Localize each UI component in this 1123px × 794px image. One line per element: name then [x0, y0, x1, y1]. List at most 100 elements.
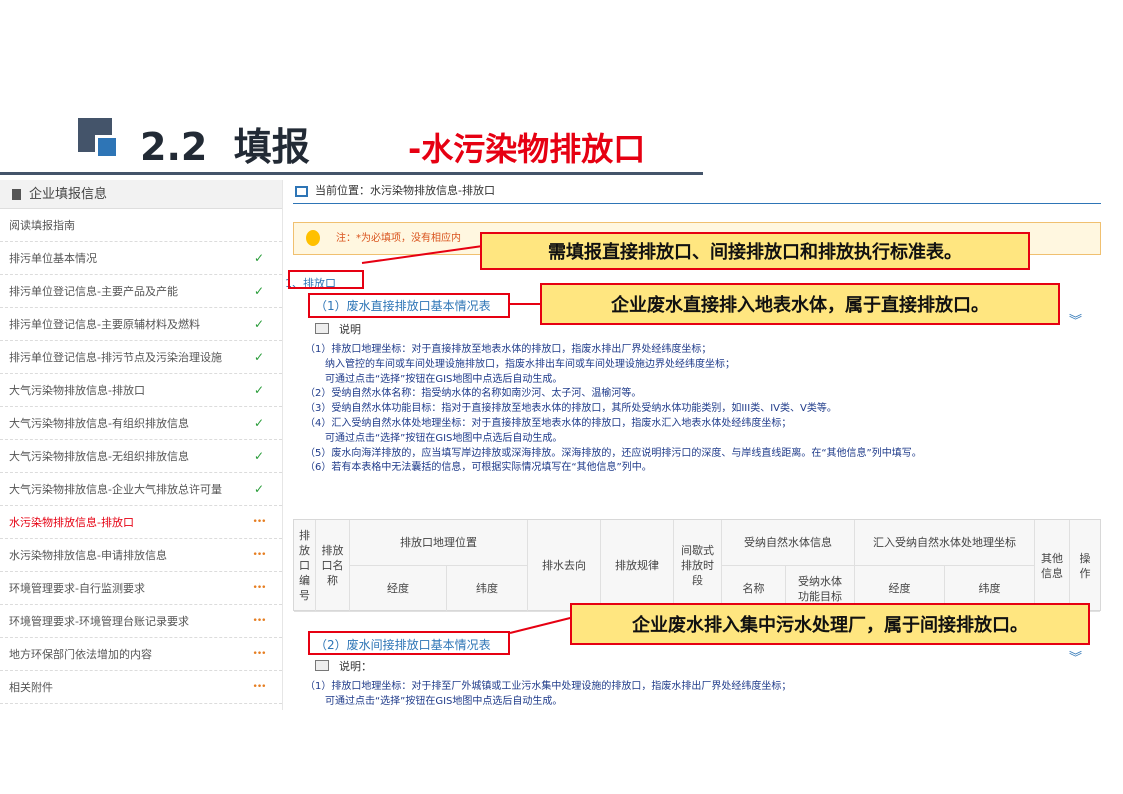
pending-icon: •••	[252, 682, 267, 692]
note-line: （4）汇入受纳自然水体处地理坐标：对于直接排放至地表水体的排放口，指废水汇入地表…	[305, 417, 792, 429]
pending-icon: •••	[252, 550, 267, 560]
sidebar-item-label: 相关附件	[9, 681, 53, 694]
sidebar-header-label: 企业填报信息	[29, 186, 108, 202]
check-icon: ✓	[253, 251, 265, 265]
th-receiving: 受纳自然水体信息	[722, 520, 855, 566]
direct-notes: （1）排放口地理坐标：对于直接排放至地表水体的排放口，指废水排出厂界处经纬度坐标…	[305, 343, 922, 476]
sidebar-item-label: 水污染物排放信息-排放口	[9, 516, 134, 529]
sidebar-item[interactable]: 大气污染物排放信息-无组织排放信息 ✓	[0, 440, 282, 473]
callout-outlet-types: 需填报直接排放口、间接排放口和排放执行标准表。	[480, 232, 1030, 270]
document-icon	[12, 188, 21, 200]
sidebar-item[interactable]: 阅读填报指南	[0, 209, 282, 242]
sidebar-item-label: 排污单位登记信息-排污节点及污染治理设施	[9, 351, 222, 364]
direct-note-label: 说明	[339, 323, 361, 336]
sidebar-item-label: 环境管理要求-环境管理台账记录要求	[9, 615, 189, 628]
th-ops: 操作	[1070, 520, 1100, 612]
sidebar-item[interactable]: 大气污染物排放信息-有组织排放信息 ✓	[0, 407, 282, 440]
expand-chevron-icon[interactable]: ︾	[1069, 315, 1082, 328]
sidebar-item[interactable]: 地方环保部门依法增加的内容 •••	[0, 638, 282, 671]
highlight-direct-title	[308, 293, 510, 318]
check-icon: ✓	[253, 383, 265, 397]
th-other: 其他信息	[1035, 520, 1070, 612]
sidebar-item[interactable]: 环境管理要求-环境管理台账记录要求 •••	[0, 605, 282, 638]
th-geo: 排放口地理位置	[350, 520, 528, 566]
check-icon: ✓	[253, 284, 265, 298]
th-intermittent: 间歇式排放时段	[674, 520, 722, 612]
breadcrumb: 当前位置：水污染物排放信息-排放口	[293, 180, 1101, 204]
check-icon: ✓	[253, 482, 265, 496]
sidebar-item-label: 水污染物排放信息-申请排放信息	[9, 549, 167, 562]
sidebar-item[interactable]: 环境管理要求-自行监测要求 •••	[0, 572, 282, 605]
note-line: 可通过点击“选择”按钮在GIS地图中点选后自动生成。	[305, 432, 563, 444]
sidebar-item[interactable]: 水污染物排放信息-排放口 •••	[0, 506, 282, 539]
direct-note-header[interactable]: 说明	[315, 321, 361, 337]
indirect-note-label: 说明：	[339, 660, 372, 673]
title-decor-square-blue-icon	[95, 135, 119, 159]
pending-icon: •••	[252, 616, 267, 626]
sidebar-item-label: 排污单位登记信息-主要原辅材料及燃料	[9, 318, 200, 331]
note-line: 可通过点击“选择”按钮在GIS地图中点选后自动生成。	[305, 373, 563, 385]
breadcrumb-text: 当前位置：水污染物排放信息-排放口	[315, 184, 495, 197]
th-outlet-name: 排放口名称	[316, 520, 350, 612]
sidebar-item[interactable]: 水污染物排放信息-申请排放信息 •••	[0, 539, 282, 572]
title-divider	[0, 172, 703, 175]
sidebar-list: 阅读填报指南 排污单位基本情况 ✓ 排污单位登记信息-主要产品及产能 ✓ 排污单位登记信息…	[0, 209, 282, 704]
sidebar-item[interactable]: 大气污染物排放信息-排放口 ✓	[0, 374, 282, 407]
th-lat: 纬度	[447, 566, 528, 612]
note-line: （6）若有本表格中无法囊括的信息，可根据实际情况填写在“其他信息”列中。	[305, 462, 652, 474]
slide-title: 2.2 填报	[140, 116, 310, 171]
note-line: （1）排放口地理坐标：对于直接排放至地表水体的排放口，指废水排出厂界处经纬度坐标…	[305, 344, 712, 355]
notice-text: 注：*为必填项，没有相应内	[336, 233, 461, 244]
slide-title-main: 填报	[233, 125, 310, 169]
book-icon	[315, 323, 329, 334]
pending-icon: •••	[252, 583, 267, 593]
sidebar-item[interactable]: 排污单位基本情况 ✓	[0, 242, 282, 275]
sidebar-item-label: 地方环保部门依法增加的内容	[9, 648, 152, 661]
note-line: （2）受纳自然水体名称：指受纳水体的名称如南沙河、太子河、温榆河等。	[305, 388, 642, 400]
sidebar-item[interactable]: 排污单位登记信息-主要产品及产能 ✓	[0, 275, 282, 308]
callout-indirect-outlet: 企业废水排入集中污水处理厂，属于间接排放口。	[570, 603, 1090, 645]
th-outlet-no: 排放口编号	[294, 520, 316, 612]
pending-icon: •••	[252, 649, 267, 659]
check-icon: ✓	[253, 449, 265, 463]
sidebar: 企业填报信息 阅读填报指南 排污单位基本情况 ✓ 排污单位登记信息-主要产品及产能 ✓ 排…	[0, 180, 283, 710]
sidebar-item-label: 排污单位基本情况	[9, 252, 97, 265]
lightbulb-icon	[306, 230, 320, 246]
highlight-indirect-title	[308, 631, 510, 655]
highlight-section-outlets	[288, 270, 364, 289]
indirect-notes: （1）排放口地理坐标：对于排至厂外城镇或工业污水集中处理设施的排放口，指废水排出…	[305, 680, 791, 710]
sidebar-header: 企业填报信息	[0, 180, 282, 209]
th-lon: 经度	[350, 566, 447, 612]
check-icon: ✓	[253, 350, 265, 364]
sidebar-item-label: 大气污染物排放信息-有组织排放信息	[9, 417, 189, 430]
direct-outlet-table: 排放口编号 排放口名称 排放口地理位置 经度 纬度 排水去向 排放规律 间歇式排…	[293, 519, 1101, 612]
th-destination: 排水去向	[528, 520, 601, 612]
indirect-note-header[interactable]: 说明：	[315, 658, 372, 674]
sidebar-item[interactable]: 相关附件 •••	[0, 671, 282, 704]
check-icon: ✓	[253, 317, 265, 331]
note-line: （1）排放口地理坐标：对于排至厂外城镇或工业污水集中处理设施的排放口，指废水排出…	[305, 681, 792, 692]
sidebar-item-label: 大气污染物排放信息-无组织排放信息	[9, 450, 189, 463]
slide-title-accent: -水污染物排放口	[408, 130, 646, 168]
th-inflow-geo: 汇入受纳自然水体处地理坐标	[855, 520, 1035, 566]
slide-number: 2.2	[140, 125, 208, 169]
leader-line-2	[510, 303, 542, 305]
sidebar-item-label: 大气污染物排放信息-排放口	[9, 384, 145, 397]
check-icon: ✓	[253, 416, 265, 430]
expand-chevron-icon[interactable]: ︾	[1069, 652, 1082, 665]
callout-direct-outlet: 企业废水直接排入地表水体，属于直接排放口。	[540, 283, 1060, 325]
sidebar-item-label: 环境管理要求-自行监测要求	[9, 582, 145, 595]
note-line: （3）受纳自然水体功能目标：指对于直接排放至地表水体的排放口，其所处受纳水体功能…	[305, 403, 837, 415]
note-line: 可通过点击“选择”按钮在GIS地图中点选后自动生成。	[305, 695, 563, 707]
note-line: 纳入管控的车间或车间处理设施排放口，指废水排出车间或车间处理设施边界处经纬度坐标…	[305, 358, 735, 370]
note-line: （5）废水向海洋排放的，应当填写岸边排放或深海排放。深海排放的，还应说明排污口的…	[305, 447, 922, 459]
sidebar-item-label: 排污单位登记信息-主要产品及产能	[9, 285, 178, 298]
book-icon	[315, 660, 329, 671]
location-icon	[295, 186, 308, 197]
sidebar-item[interactable]: 大气污染物排放信息-企业大气排放总许可量 ✓	[0, 473, 282, 506]
sidebar-item-label: 阅读填报指南	[9, 219, 75, 232]
sidebar-item-label: 大气污染物排放信息-企业大气排放总许可量	[9, 483, 222, 496]
sidebar-item[interactable]: 排污单位登记信息-主要原辅材料及燃料 ✓	[0, 308, 282, 341]
sidebar-item[interactable]: 排污单位登记信息-排污节点及污染治理设施 ✓	[0, 341, 282, 374]
th-pattern: 排放规律	[601, 520, 674, 612]
